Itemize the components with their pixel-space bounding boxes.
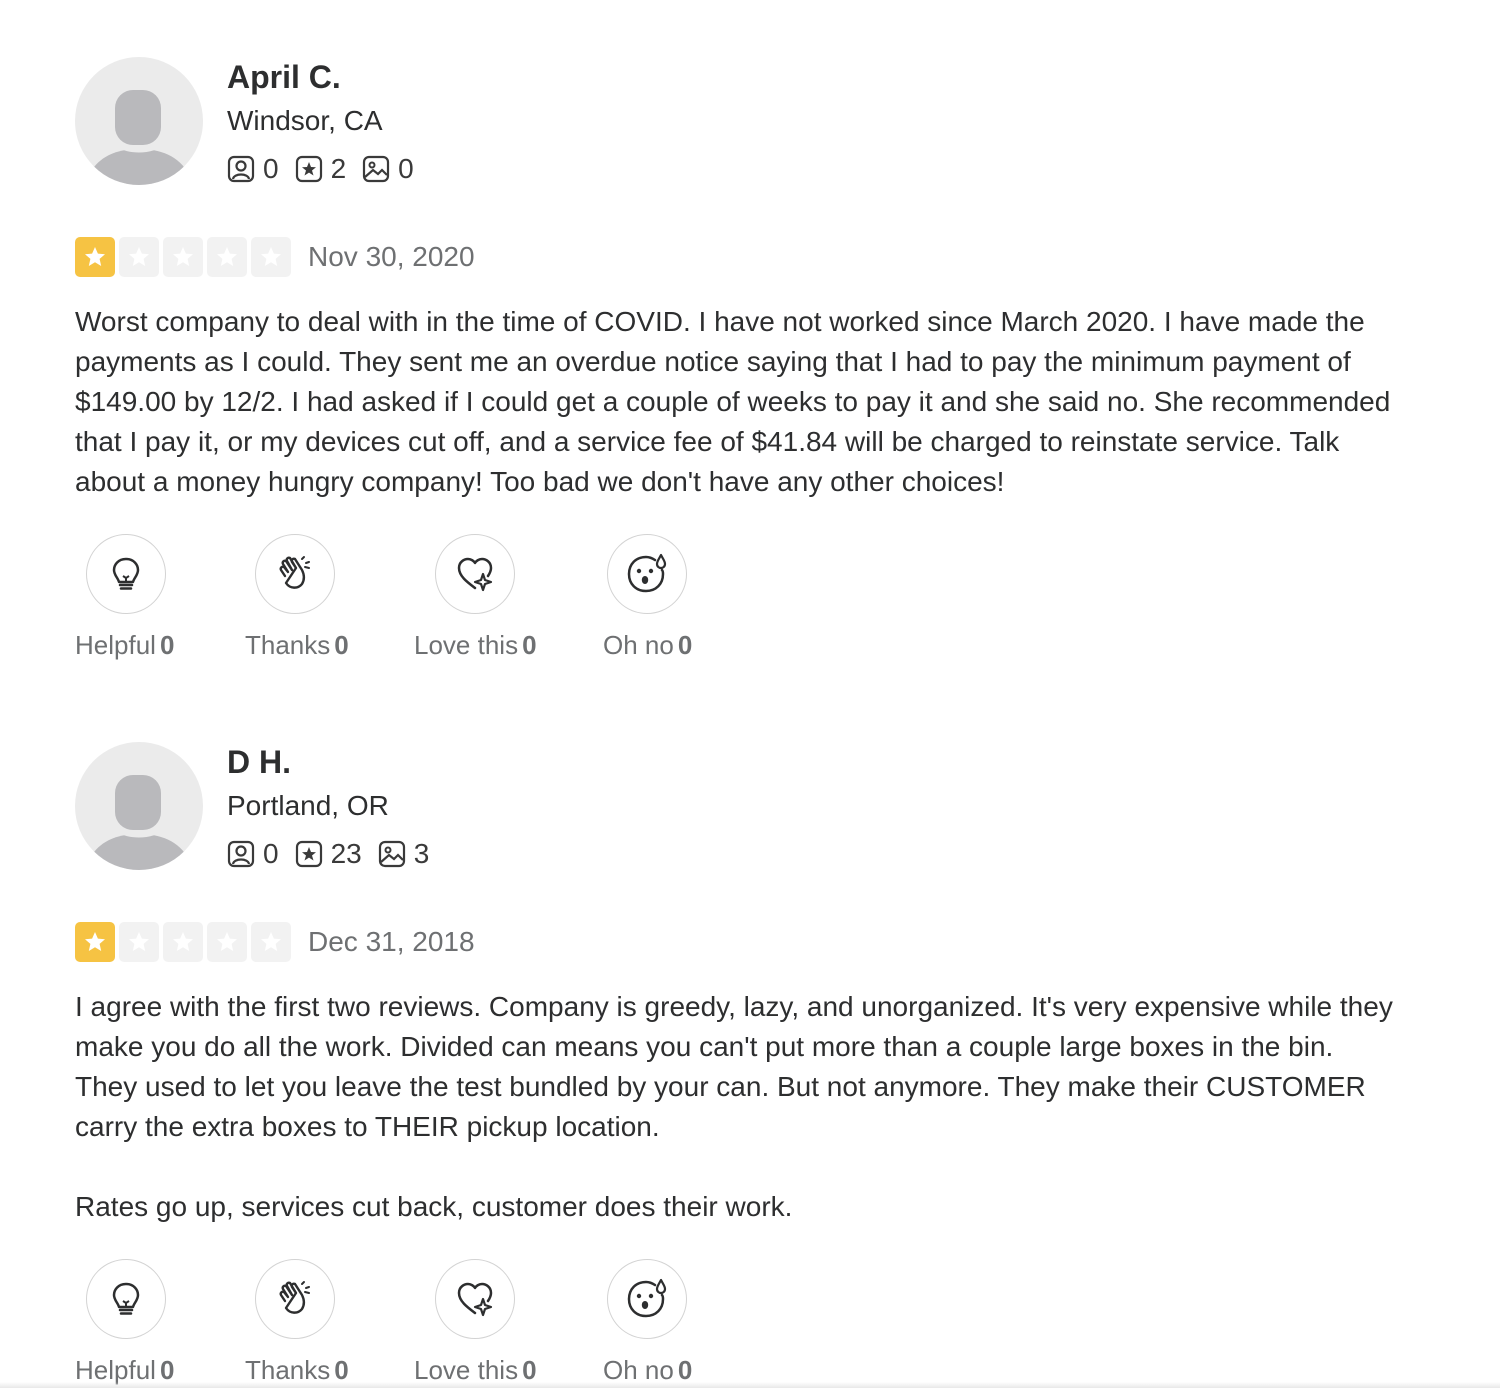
love-this-label: Love this 0 (414, 630, 537, 660)
reaction-count: 0 (159, 630, 175, 660)
reaction-name: Love this (414, 630, 519, 660)
user-avatar[interactable] (75, 742, 203, 870)
user-location: Windsor, CA (227, 105, 383, 136)
heart-sparkle-icon (457, 557, 493, 592)
reaction-name: Helpful (75, 630, 156, 660)
star-rating (75, 922, 295, 962)
love-this-circle[interactable] (435, 534, 515, 614)
reaction-name: Love this (414, 1355, 519, 1385)
reviews-count: 23 (330, 838, 362, 869)
surprised-face-icon (627, 553, 667, 593)
love-this-circle[interactable] (435, 1259, 515, 1339)
photo-icon (378, 840, 405, 868)
user-stats: 0 23 3 (227, 838, 445, 870)
friends-icon (227, 155, 255, 183)
friends-stat: 0 (227, 838, 279, 870)
review-date: Nov 30, 2020 (308, 241, 475, 272)
user-avatar[interactable] (75, 57, 203, 185)
star-icon (163, 237, 203, 277)
reaction-count: 0 (159, 1355, 175, 1385)
photos-count: 0 (398, 153, 414, 184)
oh-no-circle[interactable] (607, 534, 687, 614)
star-icon (251, 922, 291, 962)
helpful-label: Helpful 0 (75, 630, 174, 660)
review-paragraph: I agree with the first two reviews. Comp… (75, 991, 1393, 1142)
reaction-count: 0 (334, 1355, 349, 1385)
thanks-label: Thanks 0 (245, 1355, 349, 1385)
reviews-count: 2 (330, 153, 347, 184)
reaction-count: 0 (334, 630, 349, 660)
reaction-count: 0 (522, 1355, 537, 1385)
reaction-count: 0 (522, 630, 537, 660)
reviews-stat: 23 (295, 838, 362, 870)
star-icon (119, 237, 159, 277)
review-text: I agree with the first two reviews. Comp… (75, 987, 1395, 1227)
reviews-stat: 2 (295, 153, 347, 185)
thanks-label: Thanks 0 (245, 630, 349, 660)
rating-row: Nov 30, 2020 (75, 237, 475, 277)
review-text: Worst company to deal with in the time o… (75, 302, 1395, 502)
friends-icon (227, 840, 255, 868)
review-star-icon (295, 840, 322, 868)
star-rating (75, 237, 295, 277)
oh-no-circle[interactable] (607, 1259, 687, 1339)
review-card: D H. Portland, OR 0 23 3 Dec 31, 2018 I … (75, 742, 1395, 1388)
reaction-count: 0 (677, 630, 693, 660)
bottom-edge-shadow (0, 1382, 1500, 1388)
helpful-label: Helpful 0 (75, 1355, 174, 1385)
review-card: April C. Windsor, CA 0 2 0 Nov 30, 2020 … (75, 57, 1395, 667)
reaction-count: 0 (677, 1355, 693, 1385)
review-paragraph: Rates go up, services cut back, customer… (75, 1191, 793, 1222)
review-star-icon (295, 155, 322, 183)
helpful-circle[interactable] (86, 1259, 166, 1339)
photo-icon (363, 155, 390, 183)
love-this-label: Love this 0 (414, 1355, 537, 1385)
default-avatar-icon (89, 90, 189, 185)
photos-stat: 0 (362, 153, 414, 185)
star-icon (207, 237, 247, 277)
review-paragraph: Worst company to deal with in the time o… (75, 306, 1391, 497)
user-location: Portland, OR (227, 790, 389, 821)
surprised-face-icon (627, 1278, 667, 1318)
lightbulb-icon (112, 1282, 140, 1315)
user-name[interactable]: D H. (227, 744, 291, 780)
friends-stat: 0 (227, 153, 279, 185)
review-date: Dec 31, 2018 (308, 926, 475, 957)
reaction-name: Oh no (603, 1355, 674, 1385)
heart-sparkle-icon (457, 1282, 493, 1317)
star-icon (251, 237, 291, 277)
star-icon (163, 922, 203, 962)
oh-no-label: Oh no 0 (603, 1355, 692, 1385)
photos-count: 3 (413, 838, 430, 869)
clapping-hands-icon (279, 1281, 310, 1314)
user-stats: 0 2 0 (227, 153, 430, 185)
star-icon (75, 922, 115, 962)
star-icon (75, 237, 115, 277)
rating-row: Dec 31, 2018 (75, 922, 475, 962)
thanks-circle[interactable] (255, 534, 335, 614)
reaction-name: Thanks (245, 1355, 331, 1385)
friends-count: 0 (263, 838, 279, 869)
lightbulb-icon (112, 557, 140, 590)
oh-no-label: Oh no 0 (603, 630, 692, 660)
default-avatar-icon (89, 775, 189, 870)
reaction-name: Oh no (603, 630, 674, 660)
star-icon (207, 922, 247, 962)
reaction-name: Thanks (245, 630, 331, 660)
friends-count: 0 (263, 153, 279, 184)
star-icon (119, 922, 159, 962)
helpful-circle[interactable] (86, 534, 166, 614)
reaction-name: Helpful (75, 1355, 156, 1385)
photos-stat: 3 (378, 838, 430, 870)
user-name[interactable]: April C. (227, 59, 341, 95)
thanks-circle[interactable] (255, 1259, 335, 1339)
clapping-hands-icon (279, 556, 310, 589)
